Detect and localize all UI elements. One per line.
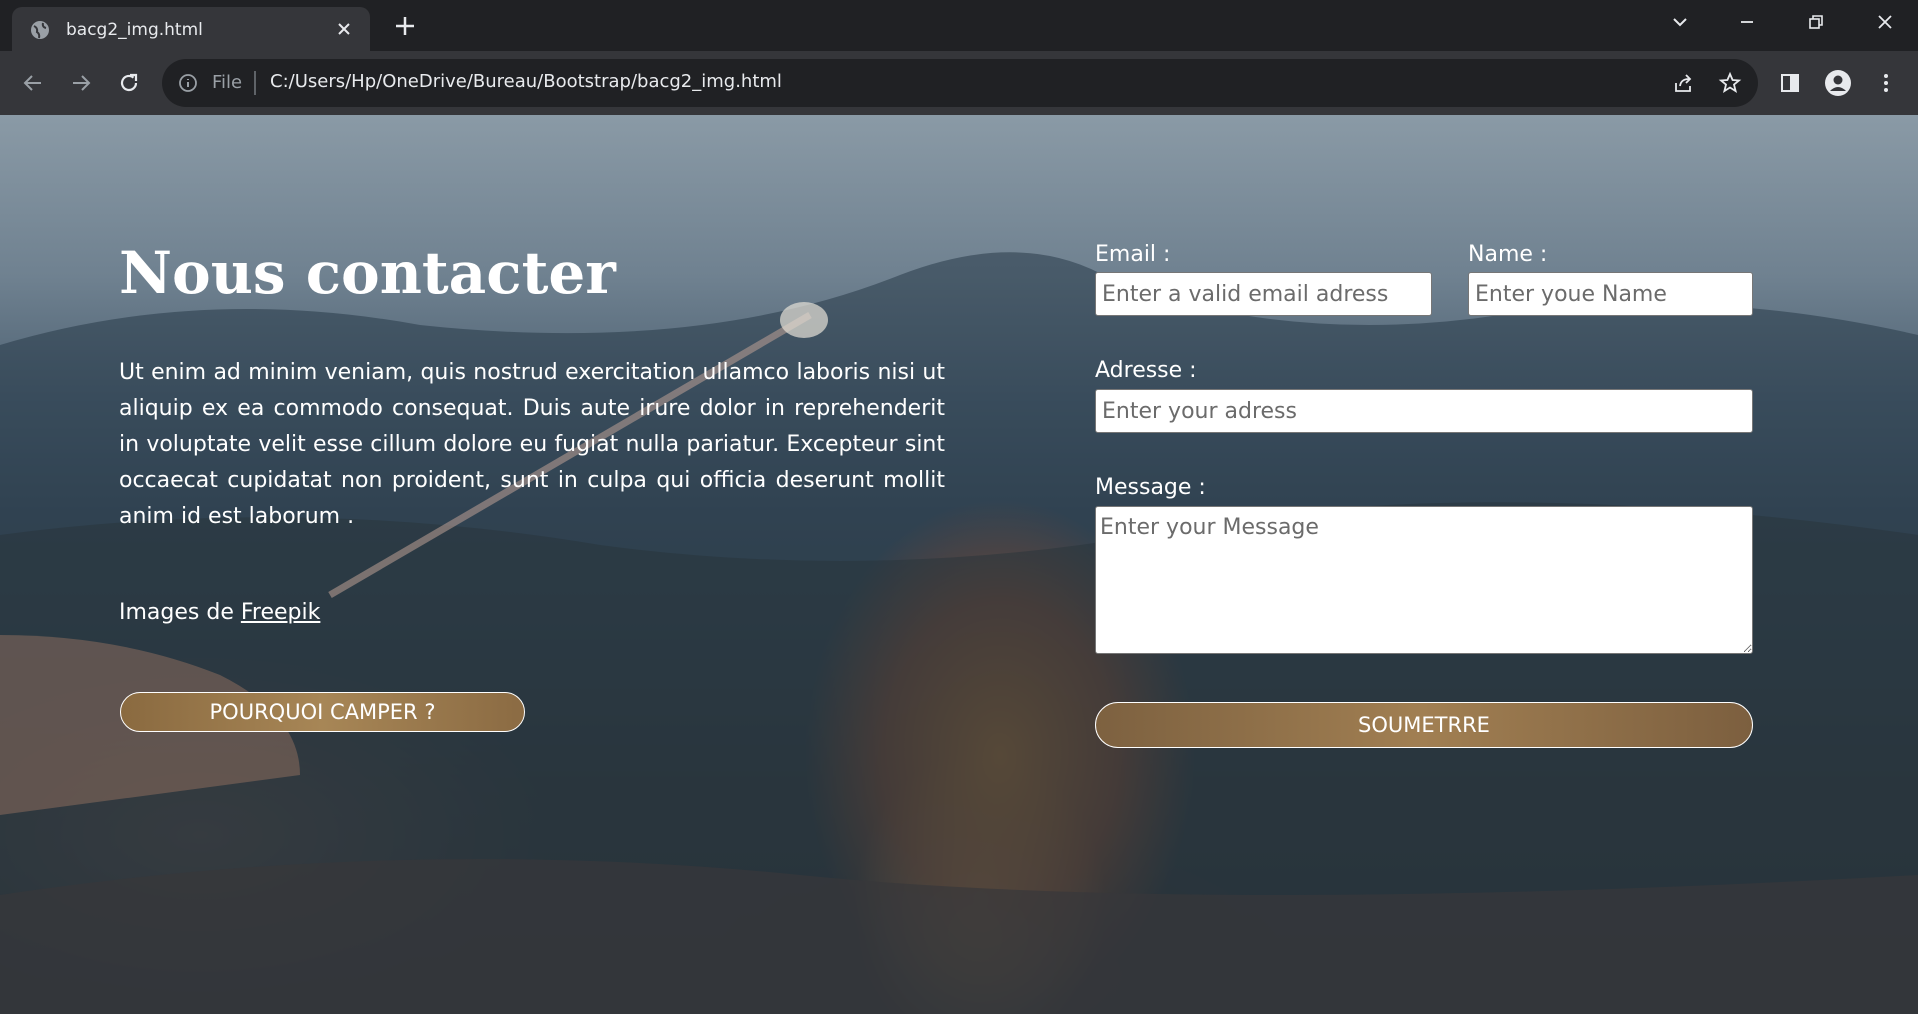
avatar-icon xyxy=(1825,70,1851,96)
page-title: Nous contacter xyxy=(119,239,616,307)
restore-icon xyxy=(1809,15,1823,29)
side-panel-button[interactable] xyxy=(1776,69,1804,97)
info-icon[interactable] xyxy=(178,73,198,93)
message-textarea[interactable] xyxy=(1095,506,1753,654)
why-camp-button[interactable]: POURQUOI CAMPER ? xyxy=(120,692,525,732)
name-field[interactable] xyxy=(1468,272,1753,316)
minimize-icon xyxy=(1741,21,1753,23)
email-field[interactable] xyxy=(1095,272,1432,316)
url-scheme: File xyxy=(212,72,243,93)
side-panel-icon xyxy=(1781,74,1799,92)
close-window-button[interactable] xyxy=(1865,8,1905,36)
image-credit: Images de Freepik xyxy=(119,600,320,625)
restore-button[interactable] xyxy=(1796,8,1836,36)
name-label: Name : xyxy=(1468,242,1548,267)
arrow-right-icon xyxy=(73,75,91,91)
email-label: Email : xyxy=(1095,242,1171,267)
address-bar[interactable]: File C:/Users/Hp/OneDrive/Bureau/Bootstr… xyxy=(162,59,1758,107)
browser-tab[interactable]: bacg2_img.html xyxy=(12,7,370,51)
intro-paragraph: Ut enim ad minim veniam, quis nostrud ex… xyxy=(119,360,945,529)
url-text[interactable]: C:/Users/Hp/OneDrive/Bureau/Bootstrap/ba… xyxy=(270,71,782,92)
browser-titlebar: bacg2_img.html xyxy=(0,0,1918,51)
more-vertical-icon xyxy=(1884,74,1888,92)
freepik-link[interactable]: Freepik xyxy=(241,600,321,625)
tab-search-button[interactable] xyxy=(1660,8,1700,36)
star-icon[interactable] xyxy=(1718,71,1742,95)
close-icon xyxy=(1878,15,1892,29)
tab-title: bacg2_img.html xyxy=(66,20,203,40)
globe-icon xyxy=(31,21,49,39)
reload-icon xyxy=(120,73,138,92)
url-separator xyxy=(254,71,256,95)
chevron-down-icon xyxy=(1673,18,1687,27)
browser-toolbar: File C:/Users/Hp/OneDrive/Bureau/Bootstr… xyxy=(0,51,1918,115)
close-tab-icon[interactable] xyxy=(334,19,354,39)
new-tab-icon[interactable] xyxy=(393,14,417,38)
minimize-button[interactable] xyxy=(1727,8,1767,36)
address-label: Adresse : xyxy=(1095,358,1197,383)
forward-button[interactable] xyxy=(67,69,95,97)
menu-button[interactable] xyxy=(1872,69,1900,97)
page-viewport: Nous contacter Ut enim ad minim veniam, … xyxy=(0,115,1918,1014)
address-field[interactable] xyxy=(1095,389,1753,433)
back-button[interactable] xyxy=(19,69,47,97)
credit-prefix: Images de xyxy=(119,600,234,625)
share-icon[interactable] xyxy=(1672,71,1696,95)
reload-button[interactable] xyxy=(115,69,143,97)
profile-button[interactable] xyxy=(1824,69,1852,97)
submit-button[interactable]: SOUMETRRE xyxy=(1095,702,1753,748)
message-label: Message : xyxy=(1095,475,1206,500)
arrow-left-icon xyxy=(23,75,41,91)
